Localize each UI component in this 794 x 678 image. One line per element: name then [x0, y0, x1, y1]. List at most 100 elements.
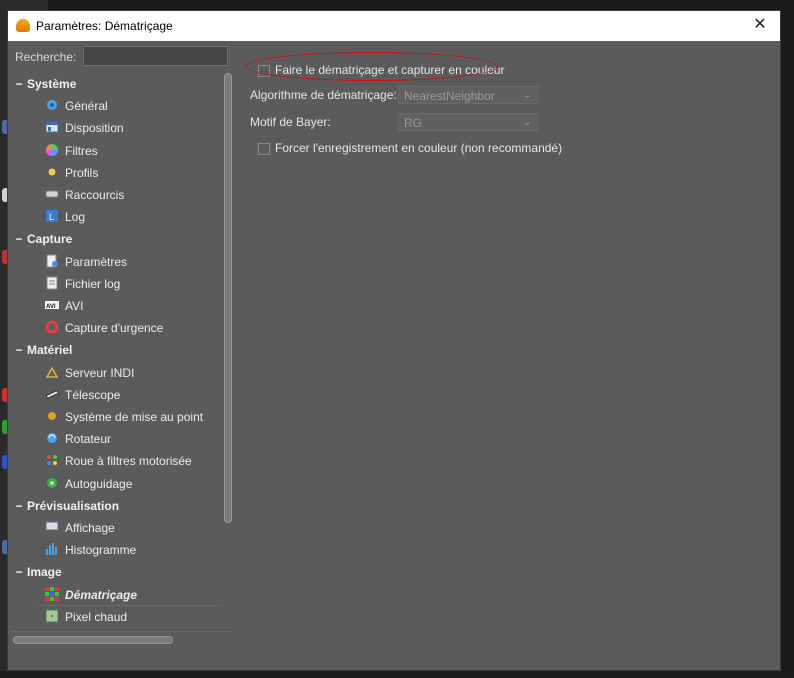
layout-icon [45, 120, 59, 134]
tree-item-histogramme[interactable]: Histogramme [11, 539, 221, 561]
tree-item-telescope[interactable]: Télescope [11, 384, 221, 406]
tree-category-image[interactable]: − Image [11, 561, 221, 583]
avi-icon: AVI [45, 298, 59, 312]
debayer-checkbox-label: Faire le dématriçage et capturer en coul… [275, 63, 505, 77]
close-button[interactable]: ✕ [740, 11, 780, 41]
lifebuoy-icon [45, 320, 59, 334]
tree-item-label: Profils [65, 165, 99, 180]
tree-item-label: Fichier log [65, 276, 121, 291]
collapse-icon[interactable]: − [15, 565, 23, 579]
settings-tree: − Système Général Disposition Filtres Profils… [11, 73, 221, 628]
tree-item-label: Capture [27, 232, 73, 247]
tree-category-capture[interactable]: − Capture [11, 228, 221, 250]
star-icon [45, 165, 59, 179]
tree-item-dematricage[interactable]: Dématriçage [11, 584, 221, 606]
tree-item-label: Rotateur [65, 432, 112, 447]
tree-item-capture-d-urgence[interactable]: Capture d'urgence [11, 317, 221, 339]
tree-item-label: Image [27, 565, 62, 580]
settings-content: Faire le dématriçage et capturer en coul… [246, 43, 776, 343]
tree-item-label: Affichage [65, 521, 115, 535]
app-icon [16, 19, 30, 32]
tree-item-autoguidage[interactable]: Autoguidage [11, 473, 221, 495]
tree-item-label: Paramètres [65, 254, 128, 269]
tree-vertical-scrollbar[interactable] [224, 73, 232, 523]
tree-item-label: Serveur INDI [65, 365, 135, 380]
algorithm-select[interactable]: NearestNeighbor ⌄ [398, 86, 538, 104]
tree-item-general[interactable]: Général [11, 95, 221, 117]
tree-item-label: AVI [65, 299, 84, 313]
tree-item-label: Disposition [65, 121, 124, 136]
collapse-icon[interactable]: − [15, 499, 23, 513]
algorithm-value: NearestNeighbor [404, 89, 495, 103]
tree-item-label: Log [65, 210, 86, 225]
tree-item-systeme-de-mise-au-point[interactable]: Système de mise au point [11, 406, 221, 428]
autoguide-icon [45, 476, 59, 490]
filter-wheel-icon [45, 453, 59, 467]
tree-item-fichier-log[interactable]: Fichier log [11, 273, 221, 295]
debayer-checkbox-row[interactable]: Faire le dématriçage et capturer en coul… [258, 63, 504, 77]
tree-item-raccourcis[interactable]: Raccourcis [11, 184, 221, 206]
search-input[interactable] [83, 46, 228, 66]
bayer-grid-icon [45, 586, 59, 601]
tree-item-pixel-chaud[interactable]: Pixel chaud [11, 606, 221, 628]
tree-category-materiel[interactable]: − Matériel [11, 339, 221, 361]
tree-item-label: Système [27, 77, 77, 91]
tree-item-parametres[interactable]: Paramètres [11, 251, 221, 273]
histogram-icon [45, 542, 59, 556]
chevron-down-icon: ⌄ [522, 89, 532, 101]
bayer-pattern-label: Motif de Bayer: [250, 115, 331, 129]
log-icon: L [45, 209, 59, 223]
tree-item-serveur-indi[interactable]: Serveur INDI [11, 362, 221, 384]
gear-icon [45, 98, 59, 112]
bayer-pattern-value: RG [404, 116, 422, 130]
force-color-checkbox-row[interactable]: Forcer l'enregistrement en couleur (non … [258, 141, 562, 155]
debayer-checkbox[interactable] [258, 64, 270, 77]
focuser-icon [45, 409, 59, 423]
indi-server-icon [45, 365, 59, 379]
force-color-checkbox-label: Forcer l'enregistrement en couleur (non … [275, 141, 563, 155]
bayer-pattern-select[interactable]: RG ⌄ [398, 113, 538, 131]
tree-item-label: Roue à filtres motorisée [65, 454, 192, 469]
search-label: Recherche: [15, 50, 77, 64]
tree-item-avi[interactable]: AVI AVI [11, 295, 221, 317]
tree-item-label: Prévisualisation [27, 498, 120, 513]
algorithm-label: Algorithme de dématriçage: [250, 88, 397, 102]
desktop-bottom [0, 671, 794, 678]
tree-item-label: Système de mise au point [65, 410, 204, 424]
tree-item-label: Histogramme [65, 543, 137, 558]
collapse-icon[interactable]: − [15, 232, 23, 246]
collapse-icon[interactable]: − [15, 343, 23, 357]
tree-item-rotateur[interactable]: Rotateur [11, 428, 221, 450]
force-color-checkbox[interactable] [258, 142, 270, 155]
tree-item-label: Capture d'urgence [65, 321, 164, 336]
tree-item-label: Raccourcis [65, 188, 125, 202]
navigation-panel: Recherche: − Système Général Disposition Fil… [11, 43, 237, 647]
tree-item-label: Général [65, 99, 108, 114]
tree-item-affichage[interactable]: Affichage [11, 517, 221, 539]
svg-text:L: L [49, 212, 54, 222]
svg-text:AVI: AVI [46, 304, 56, 310]
tree-item-label: Pixel chaud [65, 609, 128, 624]
divider [11, 631, 231, 632]
tree-item-label: Dématriçage [65, 587, 138, 602]
tree-horizontal-scrollbar[interactable] [13, 636, 173, 644]
telescope-icon [45, 387, 59, 401]
keyboard-icon [45, 187, 59, 201]
window-title: Paramètres: Dématriçage [36, 19, 173, 33]
tree-category-previsualisation[interactable]: − Prévisualisation [11, 495, 221, 517]
color-wheel-icon [45, 143, 59, 157]
settings-doc-icon [45, 254, 59, 268]
title-bar[interactable]: Paramètres: Dématriçage ✕ [8, 11, 780, 41]
tree-category-systeme[interactable]: − Système [11, 73, 221, 95]
tree-item-label: Télescope [65, 387, 121, 402]
tree-item-filtres[interactable]: Filtres [11, 140, 221, 162]
collapse-icon[interactable]: − [15, 77, 23, 91]
rotator-icon [45, 431, 59, 445]
settings-window: Paramètres: Dématriçage ✕ Recherche: − Sy… [7, 10, 781, 671]
tree-item-roue-a-filtres-motorisee[interactable]: Roue à filtres motorisée [11, 450, 221, 472]
tree-item-log[interactable]: L Log [11, 206, 221, 228]
chevron-down-icon: ⌄ [522, 116, 532, 128]
tree-item-label: Autoguidage [65, 476, 133, 491]
tree-item-disposition[interactable]: Disposition [11, 117, 221, 139]
tree-item-profils[interactable]: Profils [11, 162, 221, 184]
